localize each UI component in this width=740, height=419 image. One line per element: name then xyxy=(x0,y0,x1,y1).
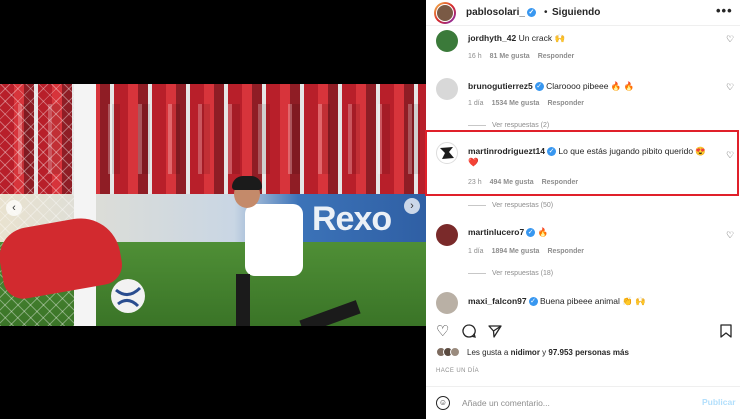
player-hair xyxy=(232,176,262,190)
view-replies-button[interactable]: Ver respuestas (18) xyxy=(468,270,553,277)
comment-body: Buena pibeee animal 👏 🙌 xyxy=(539,296,646,306)
view-replies-button[interactable]: Ver respuestas (50) xyxy=(468,202,553,209)
comment-likes[interactable]: 81 Me gusta xyxy=(490,53,530,60)
comment-list[interactable]: jordhyth_42 Un crack 🙌 16 h 81 Me gusta … xyxy=(426,26,740,314)
commenter-username[interactable]: martinlucero7 xyxy=(468,227,524,237)
comment-item: martinlucero7 ✓ 🔥 1 día 1894 Me gusta Res… xyxy=(426,222,740,282)
commenter-username[interactable]: jordhyth_42 xyxy=(468,33,516,43)
commenter-avatar[interactable] xyxy=(436,292,458,314)
comment-body: 🔥 xyxy=(537,227,549,237)
comment-time: 23 h xyxy=(468,179,482,186)
comment-text: jordhyth_42 Un crack 🙌 xyxy=(468,33,708,44)
commenter-username[interactable]: brunogutierrez5 xyxy=(468,81,533,91)
post-time[interactable]: HACE UN DÍA xyxy=(436,368,479,374)
add-comment-bar: ☺ Publicar xyxy=(426,386,740,419)
commenter-avatar[interactable] xyxy=(436,78,458,100)
reply-button[interactable]: Responder xyxy=(542,179,579,186)
comment-time: 16 h xyxy=(468,53,482,60)
following-button[interactable]: Siguiendo xyxy=(552,7,600,18)
comment-item-highlighted: martinrodriguezt14 ✓ Lo que estás jugando… xyxy=(426,138,740,224)
comment-text: martinrodriguezt14 ✓ Lo que estás jugando… xyxy=(468,146,708,168)
comment-body: Claroooo pibeee 🔥 🔥 xyxy=(546,81,635,91)
verified-icon: ✓ xyxy=(526,7,536,17)
comment-text: maxi_falcon97 ✓ Buena pibeee animal 👏 🙌 xyxy=(468,296,708,307)
reply-button[interactable]: Responder xyxy=(547,248,584,255)
ball-icon xyxy=(111,279,145,313)
likes-summary: Les gusta a nidimor y 97.953 personas má… xyxy=(436,347,629,357)
view-replies-label[interactable]: Ver respuestas (2) xyxy=(492,122,549,129)
share-icon[interactable] xyxy=(488,324,502,338)
bookmark-icon[interactable] xyxy=(720,324,732,338)
comment-likes[interactable]: 494 Me gusta xyxy=(490,179,534,186)
comment-heart-icon[interactable]: ♡ xyxy=(726,34,734,45)
post-header: pablosolari_ ✓ • Siguiendo ••• xyxy=(426,0,740,26)
chevron-left-icon: ‹ xyxy=(12,202,16,214)
comment-body: Un crack 🙌 xyxy=(518,33,566,43)
comment-meta: 16 h 81 Me gusta Responder xyxy=(468,53,574,60)
post-modal: Rexo ‹ › pablosolari_ ✓ • Siguiendo ••• … xyxy=(0,0,740,419)
publish-button[interactable]: Publicar xyxy=(702,397,736,407)
chevron-right-icon: › xyxy=(410,200,414,212)
commenter-username[interactable]: martinrodriguezt14 xyxy=(468,146,545,156)
commenter-username[interactable]: maxi_falcon97 xyxy=(468,296,527,306)
separator: • xyxy=(544,7,548,18)
comment-meta: 23 h 494 Me gusta Responder xyxy=(468,179,578,186)
verified-icon: ✓ xyxy=(547,147,556,157)
verified-icon: ✓ xyxy=(526,228,536,238)
view-replies-label[interactable]: Ver respuestas (18) xyxy=(492,270,553,277)
author-username-text[interactable]: pablosolari_ xyxy=(466,7,525,18)
comment-heart-icon[interactable]: ♡ xyxy=(726,230,734,241)
author-avatar[interactable] xyxy=(434,2,456,24)
comment-item: jordhyth_42 Un crack 🙌 16 h 81 Me gusta … xyxy=(426,26,740,66)
club-logo-icon xyxy=(440,147,454,159)
goal-post xyxy=(74,84,96,326)
commenter-avatar[interactable] xyxy=(436,224,458,246)
reply-button[interactable]: Responder xyxy=(538,53,575,60)
comment-text: brunogutierrez5 ✓ Claroooo pibeee 🔥 🔥 xyxy=(468,81,708,92)
comment-input[interactable] xyxy=(462,395,662,411)
player-leg xyxy=(236,274,250,326)
view-replies-button[interactable]: Ver respuestas (2) xyxy=(468,122,549,129)
more-options-icon[interactable]: ••• xyxy=(716,3,733,18)
comment-text: martinlucero7 ✓ 🔥 xyxy=(468,227,708,238)
comment-likes[interactable]: 1894 Me gusta xyxy=(492,248,540,255)
comment-heart-icon[interactable]: ♡ xyxy=(726,150,734,161)
heart-icon[interactable]: ♡ xyxy=(436,322,449,340)
next-image-button[interactable]: › xyxy=(404,198,420,214)
comment-item: brunogutierrez5 ✓ Claroooo pibeee 🔥 🔥 1 d… xyxy=(426,74,740,134)
action-bar: ♡ xyxy=(426,318,740,344)
replies-line xyxy=(468,125,486,126)
verified-icon: ✓ xyxy=(534,82,544,92)
replies-line xyxy=(468,273,486,274)
author-username[interactable]: pablosolari_ ✓ xyxy=(466,7,536,18)
emoji-icon[interactable]: ☺ xyxy=(436,396,450,410)
player-shirt xyxy=(245,204,303,276)
post-image[interactable]: Rexo ‹ › xyxy=(0,84,426,326)
prev-image-button[interactable]: ‹ xyxy=(6,200,22,216)
comment-item: maxi_falcon97 ✓ Buena pibeee animal 👏 🙌 xyxy=(426,288,740,314)
reply-button[interactable]: Responder xyxy=(547,100,584,107)
view-replies-label[interactable]: Ver respuestas (50) xyxy=(492,202,553,209)
likes-count[interactable]: 97.953 personas más xyxy=(548,348,629,357)
comment-time: 1 día xyxy=(468,248,484,255)
verified-icon: ✓ xyxy=(528,297,538,307)
likes-prefix: Les gusta a xyxy=(467,347,511,357)
ad-board-text: Rexo xyxy=(312,200,392,238)
liker-username[interactable]: nidimor xyxy=(511,348,540,357)
comment-icon[interactable] xyxy=(462,324,476,338)
commenter-avatar[interactable] xyxy=(436,30,458,52)
comment-likes[interactable]: 1534 Me gusta xyxy=(492,100,540,107)
comment-meta: 1 día 1534 Me gusta Responder xyxy=(468,100,584,107)
likes-text: Les gusta a nidimor y 97.953 personas má… xyxy=(467,348,629,357)
comment-time: 1 día xyxy=(468,100,484,107)
comment-meta: 1 día 1894 Me gusta Responder xyxy=(468,248,584,255)
replies-line xyxy=(468,205,486,206)
comment-heart-icon[interactable]: ♡ xyxy=(726,82,734,93)
comments-panel: pablosolari_ ✓ • Siguiendo ••• jordhyth_4… xyxy=(426,0,740,419)
liker-avatar xyxy=(450,347,460,357)
